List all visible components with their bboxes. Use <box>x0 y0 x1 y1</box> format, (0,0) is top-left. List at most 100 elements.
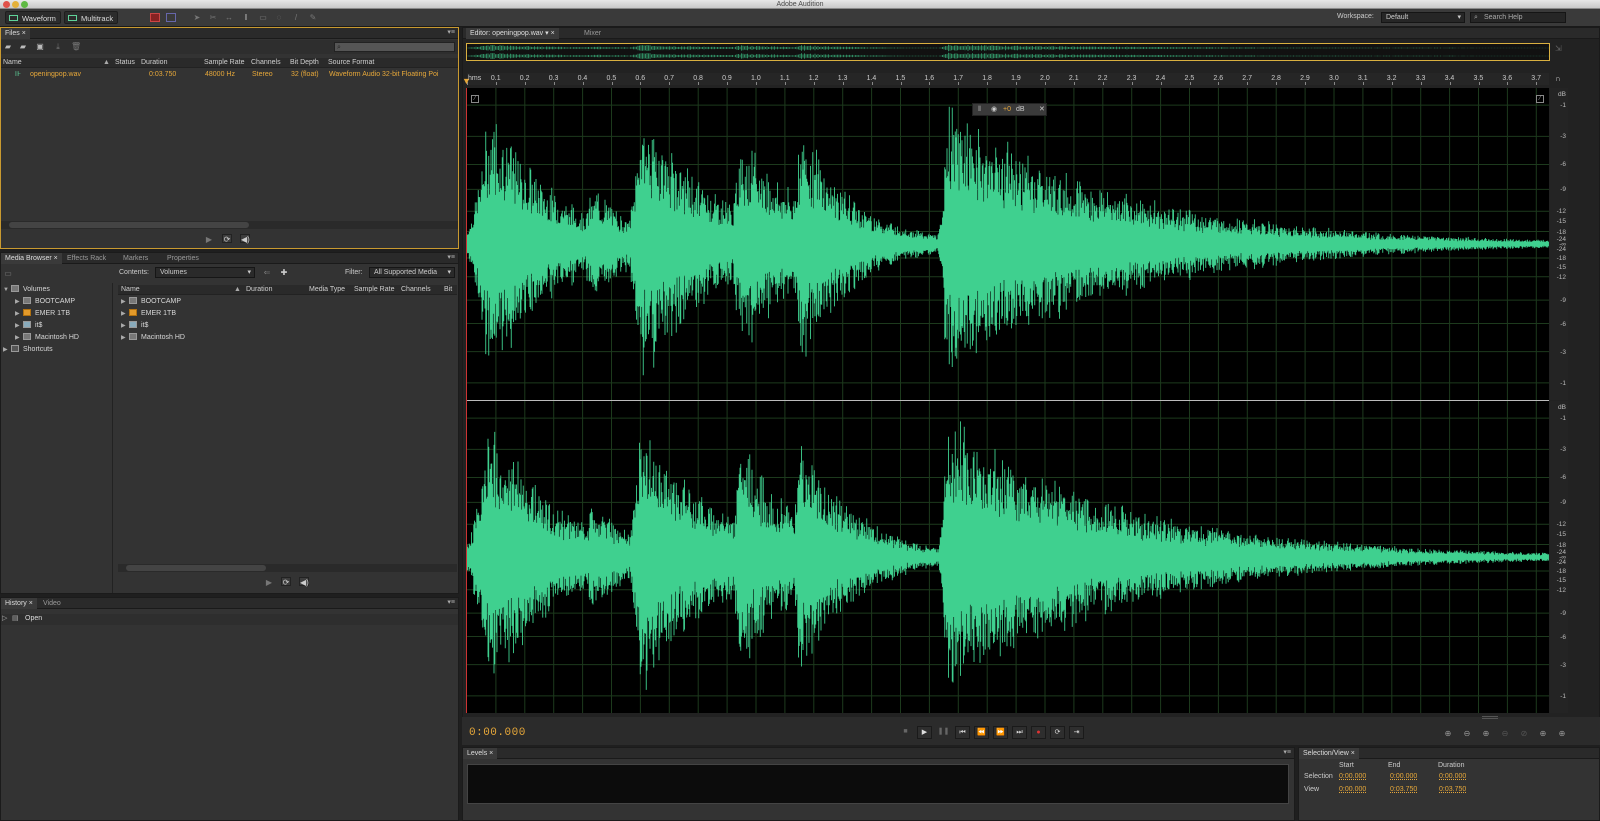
col-channels[interactable]: Channels <box>401 285 431 295</box>
spectral-display-icon[interactable] <box>150 13 160 22</box>
tree-item-it[interactable]: ▶ it$ <box>15 320 42 332</box>
auto-play-icon[interactable]: ◀) <box>299 577 309 587</box>
slip-tool-icon[interactable]: ↔ <box>224 13 234 22</box>
play-button[interactable]: ▶ <box>917 726 932 739</box>
time-selection-tool-icon[interactable]: I <box>241 13 251 22</box>
tree-item-emer[interactable]: ▶ EMER 1TB <box>15 308 70 320</box>
tab-media-browser[interactable]: Media Browser × <box>1 253 62 264</box>
channel-enable-icon[interactable]: ⁄ <box>1536 95 1544 103</box>
loop-playback-button[interactable]: ⟳ <box>1050 726 1065 739</box>
tab-effects-rack[interactable]: Effects Rack <box>63 253 110 264</box>
zoom-in-time-icon[interactable]: ⊕ <box>1479 728 1493 739</box>
horizontal-scrollbar[interactable] <box>1 221 458 229</box>
search-help-input[interactable]: ⌕ Search Help <box>1470 12 1566 23</box>
loop-icon[interactable]: ⟳ <box>281 577 291 587</box>
tab-editor[interactable]: Editor: openingpop.wav ▾ × <box>466 28 559 39</box>
waveform-channel-left[interactable] <box>467 88 1549 400</box>
stop-button[interactable]: ■ <box>898 726 913 739</box>
volume-knob-icon[interactable]: ◉ <box>991 104 997 116</box>
tab-files[interactable]: Files × <box>1 28 30 39</box>
history-item[interactable]: ▷ ▤ Open <box>1 614 458 625</box>
tab-markers[interactable]: Markers <box>119 253 152 264</box>
auto-play-icon[interactable]: ◀) <box>240 234 250 244</box>
panel-menu-icon[interactable]: ▾≡ <box>443 599 455 607</box>
tab-properties[interactable]: Properties <box>163 253 203 264</box>
view-end-value[interactable]: 0:03.750 <box>1390 785 1417 795</box>
panel-menu-icon[interactable]: ▾≡ <box>443 29 455 37</box>
selection-end-value[interactable]: 0:00.000 <box>1390 772 1417 782</box>
overview-navigator[interactable] <box>466 43 1550 61</box>
tab-levels[interactable]: Levels × <box>463 748 498 759</box>
play-icon[interactable]: ▶ <box>264 578 274 587</box>
tab-video[interactable]: Video <box>39 598 65 609</box>
panel-menu-icon[interactable]: ▾≡ <box>1279 749 1291 757</box>
col-name[interactable]: Name <box>3 58 22 68</box>
zoom-in-left-icon[interactable]: ⊕ <box>1536 728 1550 739</box>
col-sample-rate[interactable]: Sample Rate <box>354 285 394 295</box>
skip-selection-button[interactable]: ⇥ <box>1069 726 1084 739</box>
horizontal-scrollbar[interactable] <box>118 564 457 572</box>
tree-item-bootcamp[interactable]: ▶ BOOTCAMP <box>15 296 75 308</box>
multitrack-view-button[interactable]: Multitrack <box>64 11 119 24</box>
col-channels[interactable]: Channels <box>251 58 281 68</box>
open-file-icon[interactable]: ▰ <box>3 42 13 51</box>
waveform-channel-right[interactable] <box>467 401 1549 713</box>
tree-root-volumes[interactable]: ▼ Volumes <box>3 284 50 296</box>
import-file-icon[interactable]: ▰ <box>18 42 28 51</box>
tab-selection-view[interactable]: Selection/View × <box>1299 748 1359 759</box>
view-start-value[interactable]: 0:00.000 <box>1339 785 1366 795</box>
panel-menu-icon[interactable]: ▾≡ <box>443 254 455 262</box>
loop-icon[interactable]: ⟳ <box>222 234 232 244</box>
workspace-dropdown[interactable]: Default ▾ <box>1381 12 1465 23</box>
channel-enable-icon[interactable]: ⁄ <box>471 95 479 103</box>
add-shortcut-icon[interactable]: ✚ <box>279 268 289 277</box>
pitch-display-icon[interactable] <box>166 13 176 22</box>
list-item[interactable]: ▶ EMER 1TB <box>121 308 176 320</box>
zoom-out-full-icon[interactable]: ⊖ <box>1498 728 1512 739</box>
time-ruler[interactable]: hms 0.1 0.2 0.3 0.4 0.5 0.6 0.7 0.8 0.9 1.0 1.1 1.2 1… <box>467 73 1549 85</box>
col-source-format[interactable]: Source Format <box>328 58 374 68</box>
spot-healing-tool-icon[interactable]: ✎ <box>308 13 318 22</box>
tree-shortcuts[interactable]: ▶ Shortcuts <box>3 344 53 356</box>
selection-duration-value[interactable]: 0:00.000 <box>1439 772 1466 782</box>
delete-icon[interactable]: 🗑 <box>71 42 81 51</box>
col-media-type[interactable]: Media Type <box>309 285 345 295</box>
rewind-button[interactable]: ⏪ <box>974 726 989 739</box>
tab-history[interactable]: History × <box>1 598 37 609</box>
new-file-icon[interactable]: ▣ <box>35 42 45 51</box>
zoom-overview-icon[interactable]: ⇲ <box>1555 44 1562 53</box>
ruler-options-icon[interactable]: ∩ <box>1555 74 1561 83</box>
zoom-selection-icon[interactable]: ⊘ <box>1517 728 1531 739</box>
volume-hud[interactable]: ⦀ ◉ +0 dB ✕ <box>972 103 1047 116</box>
playhead-marker-icon[interactable]: ▼ <box>462 76 471 86</box>
zoom-out-amplitude-icon[interactable]: ⊖ <box>1460 728 1474 739</box>
zoom-in-right-icon[interactable]: ⊕ <box>1555 728 1569 739</box>
table-row[interactable]: ⊪ openingpop.wav 0:03.750 48000 Hz Stere… <box>1 70 458 80</box>
back-arrow-icon[interactable]: ⇐ <box>262 268 272 277</box>
current-time-display[interactable]: 0:00.000 <box>469 727 526 739</box>
list-item[interactable]: ▶ Macintosh HD <box>121 332 185 344</box>
filter-dropdown[interactable]: All Supported Media ▾ <box>369 267 455 278</box>
pin-icon[interactable]: ✕ <box>1039 104 1045 116</box>
view-duration-value[interactable]: 0:03.750 <box>1439 785 1466 795</box>
col-duration[interactable]: Duration <box>246 285 272 295</box>
col-name[interactable]: Name <box>121 285 140 295</box>
razor-tool-icon[interactable]: ✂ <box>208 13 218 22</box>
selection-start-value[interactable]: 0:00.000 <box>1339 772 1366 782</box>
col-duration[interactable]: Duration <box>141 58 167 68</box>
tree-item-macintosh-hd[interactable]: ▶ Macintosh HD <box>15 332 79 344</box>
play-icon[interactable]: ▶ <box>204 235 214 244</box>
col-bit-depth[interactable]: Bit Depth <box>290 58 319 68</box>
col-bit[interactable]: Bit <box>444 285 452 295</box>
panel-resize-handle[interactable] <box>1482 716 1498 719</box>
zoom-in-amplitude-icon[interactable]: ⊕ <box>1441 728 1455 739</box>
hud-gain-value[interactable]: +0 <box>1003 104 1011 116</box>
record-button[interactable]: ● <box>1031 726 1046 739</box>
previous-button[interactable]: ⏮ <box>955 726 970 739</box>
col-sample-rate[interactable]: Sample Rate <box>204 58 244 68</box>
col-status[interactable]: Status <box>115 58 135 68</box>
move-tool-icon[interactable]: ➤ <box>192 13 202 22</box>
brush-tool-icon[interactable]: / <box>291 13 301 22</box>
fast-forward-button[interactable]: ⏩ <box>993 726 1008 739</box>
marquee-tool-icon[interactable]: ▭ <box>258 13 268 22</box>
